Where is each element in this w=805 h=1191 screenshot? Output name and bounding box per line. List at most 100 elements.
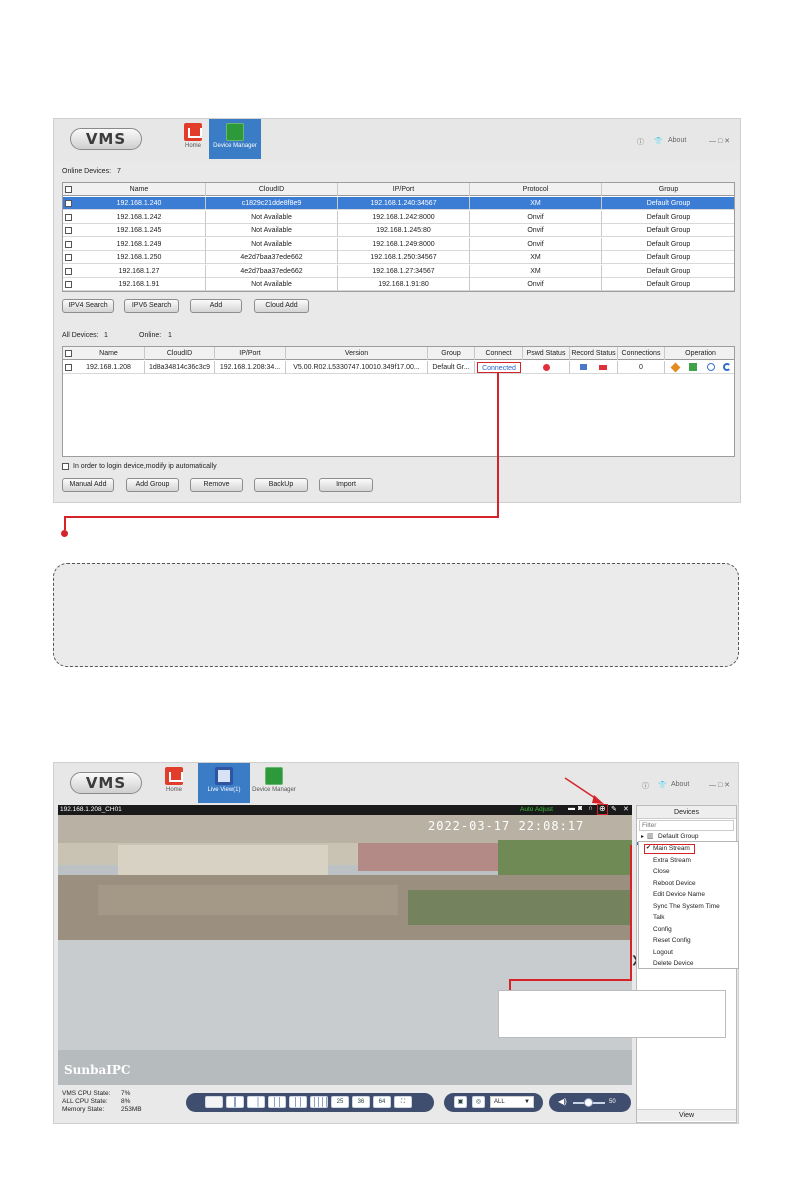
all-select-checkbox[interactable] xyxy=(65,350,72,357)
menu-item[interactable]: Edit Device Name xyxy=(653,891,705,898)
col-name[interactable]: Name xyxy=(73,347,145,360)
shirt-icon[interactable]: 👕 xyxy=(658,781,667,789)
menu-item[interactable]: Close xyxy=(653,868,670,875)
fullscreen-icon[interactable]: ⛶ xyxy=(394,1096,412,1108)
info-icon[interactable]: ⓘ xyxy=(642,781,649,791)
table-row[interactable]: 192.168.1.249 Not Available 192.168.1.249:… xyxy=(63,237,734,251)
row-checkbox[interactable] xyxy=(65,240,72,248)
tree-group-label[interactable]: Default Group xyxy=(658,833,698,840)
menu-item[interactable]: Delete Device xyxy=(653,960,693,967)
info-icon[interactable]: ⓘ xyxy=(637,137,644,147)
col-name[interactable]: Name xyxy=(73,183,206,196)
col-ip-port[interactable]: IP/Port xyxy=(338,183,470,196)
import-button[interactable]: Import xyxy=(319,478,373,492)
menu-item[interactable]: Talk xyxy=(653,914,665,921)
nav-device-manager[interactable]: Device Manager xyxy=(248,763,300,803)
layout-25-button[interactable]: 25 xyxy=(331,1096,349,1108)
row-checkbox[interactable] xyxy=(65,227,72,234)
menu-item[interactable]: Extra Stream xyxy=(653,857,691,864)
layout-1-button[interactable] xyxy=(205,1096,223,1108)
row-checkbox[interactable] xyxy=(65,213,72,221)
table-row[interactable]: 192.168.1.208 1d8a34814c36c3c9 192.168.1… xyxy=(63,361,734,374)
table-row[interactable]: 192.168.1.250 4e2d7baa37ede662 192.168.1.2… xyxy=(63,251,734,264)
col-version[interactable]: Version xyxy=(286,347,428,360)
menu-item[interactable]: Reboot Device xyxy=(653,880,696,887)
connect-status[interactable]: Connected xyxy=(477,362,521,373)
view-button[interactable]: View xyxy=(637,1109,736,1121)
row-checkbox[interactable] xyxy=(65,364,72,371)
edit-icon[interactable] xyxy=(670,362,681,373)
remove-button[interactable]: Remove xyxy=(190,478,243,492)
nav-device-manager[interactable]: Device Manager xyxy=(209,119,261,159)
manual-add-button[interactable]: Manual Add xyxy=(62,478,114,492)
layout-64-button[interactable]: 64 xyxy=(373,1096,391,1108)
layout-4-button[interactable] xyxy=(226,1096,244,1108)
save-icon[interactable]: ▣ xyxy=(454,1096,467,1108)
layout-16-button[interactable] xyxy=(310,1096,328,1108)
table-row[interactable]: 192.168.1.91 Not Available 192.168.1.91:80… xyxy=(63,278,734,291)
row-checkbox[interactable] xyxy=(65,254,72,261)
window-controls[interactable]: — □ ✕ xyxy=(709,781,730,789)
table-row[interactable]: 192.168.1.245 Not Available 192.168.1.245:… xyxy=(63,224,734,237)
row-checkbox[interactable] xyxy=(65,267,72,275)
cloud-add-button[interactable]: Cloud Add xyxy=(254,299,309,313)
stream-select[interactable]: ALL ▼ xyxy=(490,1096,534,1108)
add-button[interactable]: Add xyxy=(190,299,242,313)
shirt-icon[interactable]: 👕 xyxy=(654,137,663,145)
auto-adjust-label[interactable]: Auto Adjust xyxy=(520,806,553,813)
col-pswd-status[interactable]: Pswd Status xyxy=(523,347,570,360)
pswd-status-icon xyxy=(523,361,570,374)
window-controls[interactable]: — □ ✕ xyxy=(709,137,730,145)
video-feed[interactable]: 2022-03-17 22:08:17 SunbaIPC xyxy=(58,815,632,1085)
select-all-checkbox[interactable] xyxy=(65,186,72,193)
upgrade-icon[interactable] xyxy=(706,363,715,372)
col-operation[interactable]: Operation xyxy=(665,347,736,360)
refresh-icon[interactable] xyxy=(722,363,731,372)
menu-item[interactable]: Main Stream xyxy=(653,845,690,852)
nav-home[interactable]: Home xyxy=(148,763,200,803)
color-icon[interactable]: ✎ xyxy=(611,805,617,813)
menu-item[interactable]: Reset Config xyxy=(653,937,691,944)
home-icon xyxy=(184,123,202,141)
speaker-icon[interactable]: ◀) xyxy=(558,1097,567,1106)
about-link[interactable]: About xyxy=(671,781,689,788)
col-cloudid[interactable]: CloudID xyxy=(145,347,215,360)
col-record-status[interactable]: Record Status xyxy=(570,347,618,360)
col-cloudid[interactable]: CloudID xyxy=(206,183,338,196)
device-filter-input[interactable] xyxy=(639,820,734,831)
row-checkbox[interactable] xyxy=(65,281,72,288)
ipv6-search-button[interactable]: IPV6 Search xyxy=(124,299,179,313)
row-checkbox[interactable] xyxy=(65,200,72,207)
close-icon[interactable]: ✕ xyxy=(623,805,629,813)
device-manager-icon xyxy=(226,123,244,141)
col-connections[interactable]: Connections xyxy=(618,347,665,360)
table-row[interactable]: 192.168.1.240 c1829c21dde8f8e9 192.168.1.2… xyxy=(63,197,734,210)
nav-live-view[interactable]: Live View(1) xyxy=(198,763,250,803)
menu-item[interactable]: Logout xyxy=(653,949,673,956)
col-ip-port[interactable]: IP/Port xyxy=(215,347,286,360)
config-icon[interactable] xyxy=(689,363,698,372)
backup-button[interactable]: BackUp xyxy=(254,478,308,492)
add-group-button[interactable]: Add Group xyxy=(126,478,179,492)
col-group[interactable]: Group xyxy=(602,183,735,196)
about-link[interactable]: About xyxy=(668,137,686,144)
layout-9-button[interactable] xyxy=(289,1096,307,1108)
table-cell: 192.168.1.250:34567 xyxy=(338,251,470,264)
device-connections: 0 xyxy=(618,361,665,374)
table-row[interactable]: 192.168.1.27 4e2d7baa37ede662 192.168.1.27… xyxy=(63,264,734,278)
layout-36-button[interactable]: 36 xyxy=(352,1096,370,1108)
ipv4-search-button[interactable]: IPV4 Search xyxy=(62,299,114,313)
col-protocol[interactable]: Protocol xyxy=(470,183,602,196)
col-connect[interactable]: Connect xyxy=(475,347,523,360)
layout-8-button[interactable] xyxy=(268,1096,286,1108)
osd-camera-name: SunbaIPC xyxy=(64,1063,131,1077)
layout-6-button[interactable] xyxy=(247,1096,265,1108)
tree-expand-icon[interactable]: ▸ xyxy=(641,833,644,840)
capture-icon[interactable]: ◎ xyxy=(472,1096,485,1108)
menu-item[interactable]: Config xyxy=(653,926,672,933)
menu-item[interactable]: Sync The System Time xyxy=(653,903,720,910)
col-group[interactable]: Group xyxy=(428,347,475,360)
table-row[interactable]: 192.168.1.242 Not Available 192.168.1.242:… xyxy=(63,210,734,224)
volume-slider-handle[interactable] xyxy=(584,1098,593,1107)
auto-ip-checkbox[interactable] xyxy=(62,463,69,470)
